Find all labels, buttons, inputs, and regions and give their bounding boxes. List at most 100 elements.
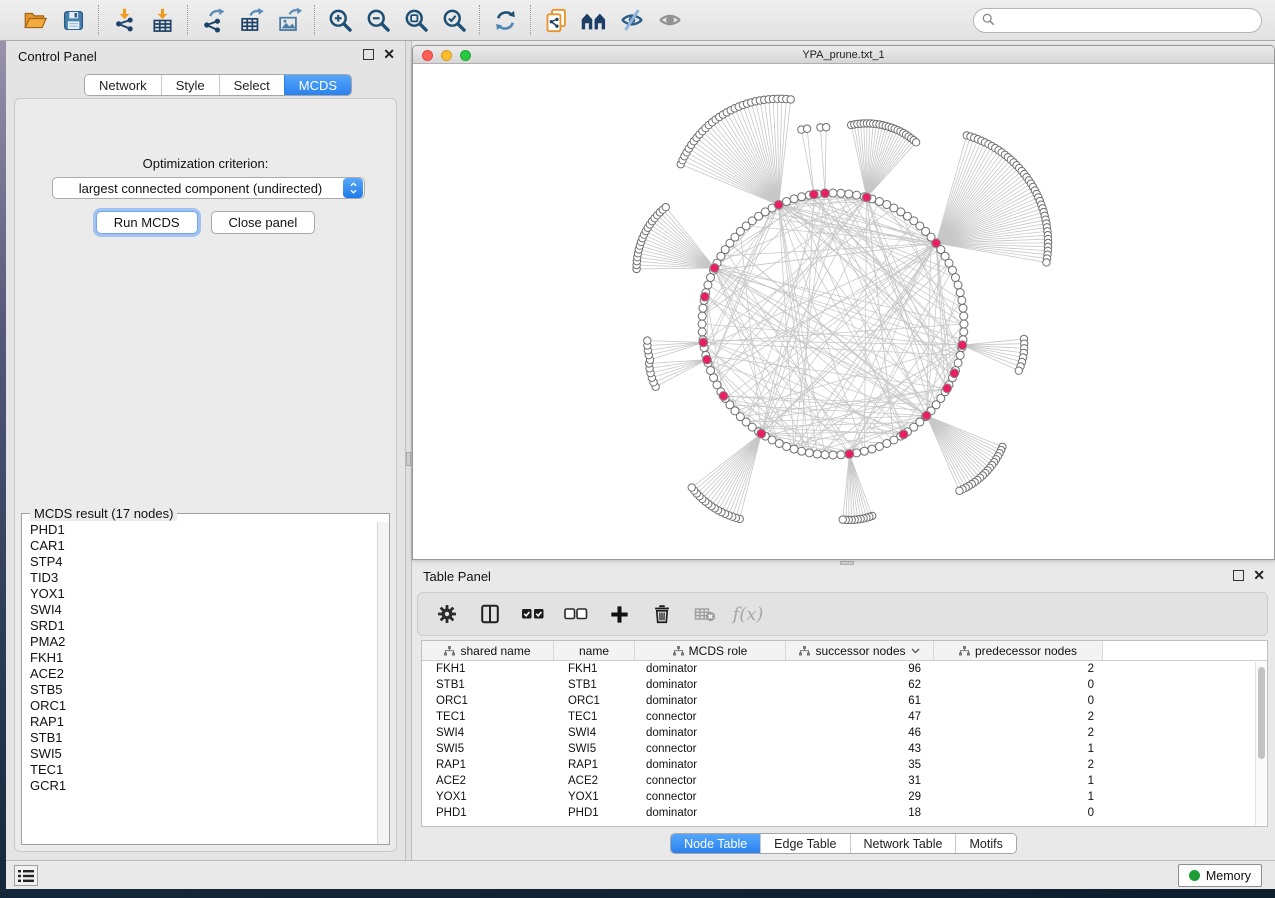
close-panel-icon[interactable]: ✕	[1253, 570, 1265, 581]
import-table-icon[interactable]	[146, 5, 178, 35]
zoom-fit-icon[interactable]	[400, 5, 432, 35]
optimization-criterion-select[interactable]: largest connected component (undirected)	[52, 177, 365, 199]
new-network-from-selection-icon[interactable]	[540, 5, 572, 35]
column-header-MCDS-role[interactable]: MCDS role	[635, 641, 786, 660]
mcds-result-item[interactable]: TEC1	[23, 762, 376, 778]
mcds-result-item[interactable]: FKH1	[23, 650, 376, 666]
column-header-name[interactable]: name	[554, 641, 635, 660]
tab-select[interactable]: Select	[219, 75, 284, 95]
table-row[interactable]: RAP1RAP1dominator352	[422, 757, 1267, 773]
cell-shared-name: SWI5	[422, 743, 554, 755]
run-mcds-button[interactable]: Run MCDS	[96, 211, 198, 234]
table-scrollbar[interactable]	[1255, 662, 1266, 825]
memory-status-icon	[1189, 870, 1200, 881]
export-image-icon[interactable]	[273, 5, 305, 35]
cell-shared-name: PHD1	[422, 807, 554, 819]
zoom-in-icon[interactable]	[324, 5, 356, 35]
tab-network-table[interactable]: Network Table	[850, 834, 956, 853]
table-row[interactable]: SWI4SWI4dominator462	[422, 725, 1267, 741]
table-row[interactable]: TEC1TEC1connector472	[422, 709, 1267, 725]
float-panel-icon[interactable]	[1233, 570, 1244, 581]
tab-edge-table[interactable]: Edge Table	[760, 834, 849, 853]
window-minimize-icon[interactable]	[441, 50, 452, 61]
splitter-grip[interactable]	[406, 452, 411, 466]
save-session-icon[interactable]	[57, 5, 89, 35]
mcds-result-item[interactable]: ACE2	[23, 666, 376, 682]
column-header-shared-name[interactable]: shared name	[422, 641, 554, 660]
table-row[interactable]: STB1STB1dominator620	[422, 677, 1267, 693]
mcds-result-item[interactable]: RAP1	[23, 714, 376, 730]
mcds-result-item[interactable]: ORC1	[23, 698, 376, 714]
delete-table-icon[interactable]	[692, 599, 718, 629]
zoom-selected-icon[interactable]	[438, 5, 470, 35]
tab-network[interactable]: Network	[85, 75, 161, 95]
vertical-splitter[interactable]	[405, 41, 412, 860]
float-panel-icon[interactable]	[363, 49, 374, 60]
network-canvas[interactable]	[413, 64, 1274, 559]
table-row[interactable]: ORC1ORC1dominator610	[422, 693, 1267, 709]
table-row[interactable]: SWI5SWI5connector431	[422, 741, 1267, 757]
deselect-all-icon[interactable]	[563, 599, 589, 629]
mcds-result-item[interactable]: SWI5	[23, 746, 376, 762]
mcds-result-item[interactable]: TID3	[23, 570, 376, 586]
column-header-predecessor-nodes[interactable]: predecessor nodes	[934, 641, 1103, 660]
table-row[interactable]: ACE2ACE2connector311	[422, 773, 1267, 789]
hide-selected-icon[interactable]	[616, 5, 648, 35]
mcds-result-item[interactable]: STB1	[23, 730, 376, 746]
table-row[interactable]: PHD1PHD1dominator180	[422, 805, 1267, 821]
mcds-result-item[interactable]: STP4	[23, 554, 376, 570]
export-network-icon[interactable]	[197, 5, 229, 35]
export-table-icon[interactable]	[235, 5, 267, 35]
search-input[interactable]	[1000, 14, 1261, 28]
table-body: FKH1FKH1dominator962STB1STB1dominator620…	[422, 661, 1267, 821]
task-history-button[interactable]	[14, 865, 38, 886]
cell-predecessor-nodes: 2	[934, 663, 1103, 675]
scrollbar-thumb[interactable]	[1258, 667, 1265, 759]
tab-node-table[interactable]: Node Table	[671, 834, 760, 853]
mcds-result-item[interactable]: PHD1	[23, 522, 376, 538]
mcds-result-item[interactable]: YOX1	[23, 586, 376, 602]
mcds-result-item[interactable]: CAR1	[23, 538, 376, 554]
mcds-result-item[interactable]: GCR1	[23, 778, 376, 794]
splitter-grip[interactable]	[840, 561, 854, 565]
open-file-icon[interactable]	[19, 5, 51, 35]
zoom-out-icon[interactable]	[362, 5, 394, 35]
import-network-icon[interactable]	[108, 5, 140, 35]
close-panel-button[interactable]: Close panel	[211, 211, 316, 234]
close-panel-icon[interactable]: ✕	[383, 49, 395, 60]
apply-layout-icon[interactable]	[489, 5, 521, 35]
show-all-icon[interactable]	[654, 5, 686, 35]
table-settings-icon[interactable]	[434, 599, 460, 629]
cell-successor-nodes: 96	[786, 663, 934, 675]
cell-name: STB1	[554, 679, 635, 691]
column-type-icon	[799, 646, 810, 656]
mcds-result-list: PHD1CAR1STP4TID3YOX1SWI4SRD1PMA2FKH1ACE2…	[23, 522, 376, 843]
mcds-list-scrollbar[interactable]	[377, 522, 389, 844]
optimization-criterion-label: Optimization criterion:	[15, 156, 396, 171]
cell-MCDS-role: dominator	[635, 663, 786, 675]
cell-successor-nodes: 31	[786, 775, 934, 787]
table-row[interactable]: FKH1FKH1dominator962	[422, 661, 1267, 677]
control-panel: Control Panel ✕ NetworkStyleSelectMCDS O…	[6, 41, 405, 860]
first-neighbors-icon[interactable]	[578, 5, 610, 35]
mcds-result-item[interactable]: PMA2	[23, 634, 376, 650]
mcds-result-item[interactable]: STB5	[23, 682, 376, 698]
delete-row-icon[interactable]	[649, 599, 675, 629]
add-row-icon[interactable]	[606, 599, 632, 629]
column-header-successor-nodes[interactable]: successor nodes	[786, 641, 934, 660]
show-columns-icon[interactable]	[477, 599, 503, 629]
network-window-titlebar[interactable]: YPA_prune.txt_1	[413, 46, 1274, 64]
window-close-icon[interactable]	[422, 50, 433, 61]
column-label: name	[579, 644, 609, 658]
function-builder-icon[interactable]: f(x)	[735, 599, 761, 629]
select-all-icon[interactable]	[520, 599, 546, 629]
memory-button[interactable]: Memory	[1178, 864, 1262, 887]
window-zoom-icon[interactable]	[460, 50, 471, 61]
cell-name: SWI4	[554, 727, 635, 739]
table-row[interactable]: YOX1YOX1connector291	[422, 789, 1267, 805]
tab-mcds[interactable]: MCDS	[284, 75, 351, 95]
tab-motifs[interactable]: Motifs	[955, 834, 1015, 853]
mcds-result-item[interactable]: SRD1	[23, 618, 376, 634]
tab-style[interactable]: Style	[161, 75, 219, 95]
mcds-result-item[interactable]: SWI4	[23, 602, 376, 618]
